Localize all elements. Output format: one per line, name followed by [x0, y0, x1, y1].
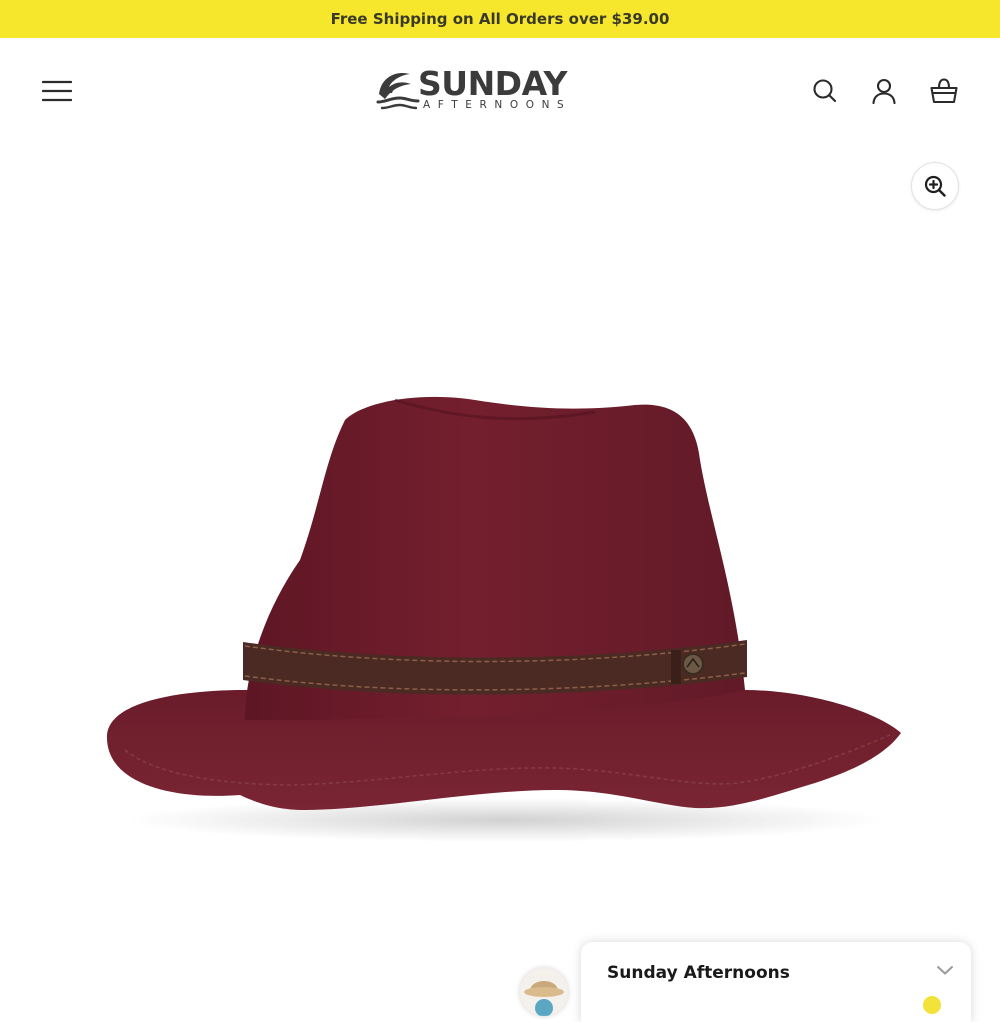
- hat-avatar-icon: [524, 981, 564, 1016]
- zoom-button[interactable]: [911, 162, 959, 210]
- chevron-down-icon[interactable]: [933, 958, 957, 982]
- promo-text: Free Shipping on All Orders over $39.00: [330, 10, 670, 28]
- chat-title: Sunday Afternoons: [607, 963, 790, 983]
- menu-button[interactable]: [35, 69, 79, 113]
- menu-icon: [42, 80, 72, 102]
- chat-status-indicator: [921, 994, 943, 1016]
- logo-subline: AFTERNOONS: [423, 99, 572, 111]
- cart-icon: [930, 78, 958, 104]
- product-image: [106, 396, 901, 842]
- chat-widget[interactable]: Sunday Afternoons: [581, 942, 971, 1022]
- site-logo[interactable]: SUNDAY AFTERNOONS: [376, 64, 626, 116]
- logo-wordmark: SUNDAY: [418, 64, 567, 103]
- cart-button[interactable]: [922, 69, 966, 113]
- account-button[interactable]: [862, 69, 906, 113]
- logo-mark-icon: [376, 72, 420, 110]
- chat-agent-avatar[interactable]: [520, 968, 568, 1016]
- product-gallery[interactable]: [0, 142, 1000, 1000]
- zoom-in-icon: [924, 175, 946, 197]
- promo-bar: Free Shipping on All Orders over $39.00: [0, 0, 1000, 38]
- search-icon: [813, 79, 837, 103]
- site-header: SUNDAY AFTERNOONS: [0, 38, 1000, 142]
- search-button[interactable]: [803, 69, 847, 113]
- account-icon: [872, 78, 896, 104]
